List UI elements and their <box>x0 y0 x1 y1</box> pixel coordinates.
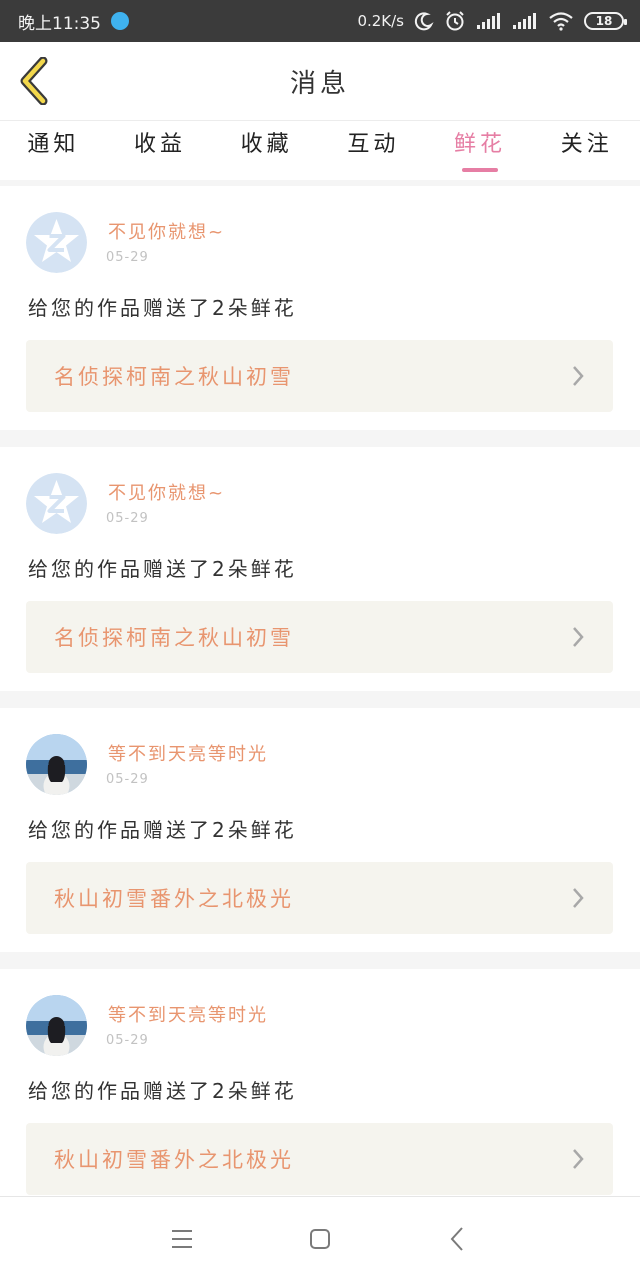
network-speed: 0.2K/s <box>357 12 404 30</box>
work-title: 名侦探柯南之秋山初雪 <box>54 365 294 389</box>
system-nav-bar <box>0 1196 640 1280</box>
active-tab-indicator <box>462 168 499 172</box>
signal-icon <box>513 13 536 29</box>
chevron-right-icon <box>573 888 584 908</box>
photo-avatar-icon <box>26 734 87 795</box>
work-link[interactable]: 名侦探柯南之秋山初雪 <box>26 340 613 412</box>
tab-flowers[interactable]: 鲜花 <box>427 121 534 180</box>
tab-notifications[interactable]: 通知 <box>0 121 107 180</box>
work-link[interactable]: 名侦探柯南之秋山初雪 <box>26 601 613 673</box>
tab-earnings[interactable]: 收益 <box>107 121 214 180</box>
message-text: 给您的作品赠送了2朵鲜花 <box>28 818 297 842</box>
chevron-right-icon <box>573 1149 584 1169</box>
status-bar: 晚上11:35 0.2K/s 18 <box>0 0 640 42</box>
message-date: 05-29 <box>106 772 149 787</box>
home-button[interactable] <box>300 1219 340 1259</box>
page-title: 消息 <box>289 68 350 99</box>
app-notification-icon <box>111 12 129 30</box>
avatar[interactable] <box>26 734 87 795</box>
header: 消息 <box>0 42 640 120</box>
sender-name[interactable]: 不见你就想~ <box>108 218 225 244</box>
message-card: 等不到天亮等时光 05-29 给您的作品赠送了2朵鲜花 秋山初雪番外之北极光 <box>0 708 640 952</box>
default-avatar-icon <box>26 473 87 534</box>
menu-icon <box>172 1229 192 1248</box>
wifi-icon <box>549 12 573 31</box>
signal-icon <box>477 13 500 29</box>
chevron-right-icon <box>573 366 584 386</box>
message-card: 等不到天亮等时光 05-29 给您的作品赠送了2朵鲜花 秋山初雪番外之北极光 <box>0 969 640 1213</box>
menu-button[interactable] <box>162 1219 202 1259</box>
tab-favorites[interactable]: 收藏 <box>213 121 320 180</box>
tab-bar: 通知 收益 收藏 互动 鲜花 关注 <box>0 120 640 180</box>
work-title: 秋山初雪番外之北极光 <box>54 1148 294 1172</box>
message-text: 给您的作品赠送了2朵鲜花 <box>28 557 297 581</box>
sender-name[interactable]: 不见你就想~ <box>108 479 225 505</box>
home-square-icon <box>310 1228 330 1249</box>
work-title: 名侦探柯南之秋山初雪 <box>54 626 294 650</box>
tab-interactions[interactable]: 互动 <box>320 121 427 180</box>
message-date: 05-29 <box>106 250 149 265</box>
message-date: 05-29 <box>106 1033 149 1048</box>
avatar[interactable] <box>26 995 87 1056</box>
tab-label: 互动 <box>347 132 400 157</box>
status-time: 晚上11:35 <box>18 13 101 34</box>
moon-icon <box>414 12 434 31</box>
message-card: 不见你就想~ 05-29 给您的作品赠送了2朵鲜花 名侦探柯南之秋山初雪 <box>0 447 640 691</box>
tab-label: 通知 <box>27 132 80 157</box>
tab-label: 收益 <box>134 132 187 157</box>
message-text: 给您的作品赠送了2朵鲜花 <box>28 1079 297 1103</box>
message-card: 不见你就想~ 05-29 给您的作品赠送了2朵鲜花 名侦探柯南之秋山初雪 <box>0 186 640 430</box>
sender-name[interactable]: 等不到天亮等时光 <box>108 1001 268 1027</box>
tab-following[interactable]: 关注 <box>533 121 640 180</box>
sender-name[interactable]: 等不到天亮等时光 <box>108 740 268 766</box>
back-button[interactable] <box>14 54 54 108</box>
message-list: 不见你就想~ 05-29 给您的作品赠送了2朵鲜花 名侦探柯南之秋山初雪 不见你… <box>0 186 640 1230</box>
default-avatar-icon <box>26 212 87 273</box>
alarm-icon <box>446 11 464 31</box>
tab-label: 收藏 <box>240 132 293 157</box>
back-nav-button[interactable] <box>438 1219 478 1259</box>
back-triangle-icon <box>450 1226 463 1251</box>
photo-avatar-icon <box>26 995 87 1056</box>
tab-label: 鲜花 <box>454 132 507 157</box>
avatar[interactable] <box>26 473 87 534</box>
work-title: 秋山初雪番外之北极光 <box>54 887 294 911</box>
avatar[interactable] <box>26 212 87 273</box>
chevron-right-icon <box>573 627 584 647</box>
work-link[interactable]: 秋山初雪番外之北极光 <box>26 862 613 934</box>
battery-indicator: 18 <box>584 12 627 30</box>
message-date: 05-29 <box>106 511 149 526</box>
work-link[interactable]: 秋山初雪番外之北极光 <box>26 1123 613 1195</box>
tab-label: 关注 <box>560 132 613 157</box>
back-arrow-icon <box>20 57 48 105</box>
message-text: 给您的作品赠送了2朵鲜花 <box>28 296 297 320</box>
